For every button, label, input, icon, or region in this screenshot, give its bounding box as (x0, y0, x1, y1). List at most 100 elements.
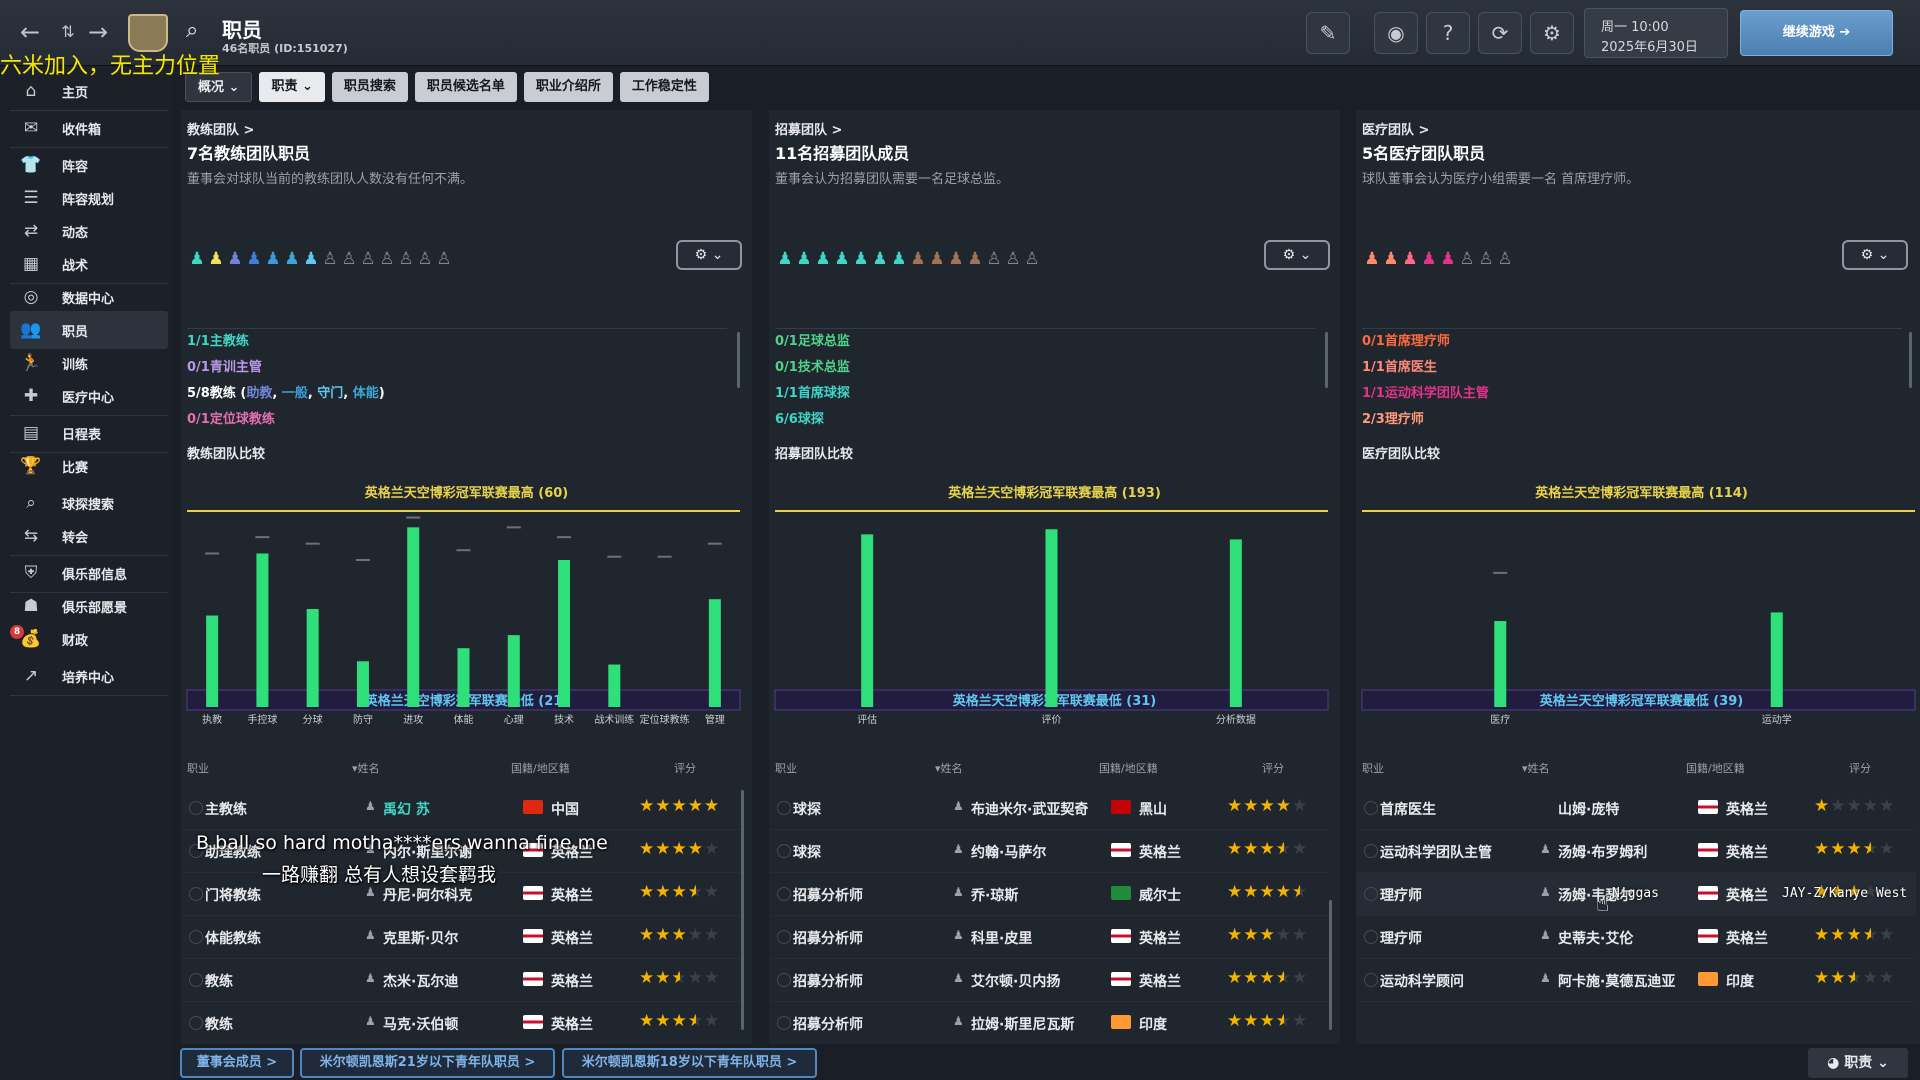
column-header-name[interactable]: ▾姓名 (1522, 760, 1550, 776)
u18-staff-button[interactable]: 米尔顿凯恩斯18岁以下青年队职员 > (562, 1048, 817, 1078)
sidebar-item-transfer[interactable]: ⇆ 转会 (10, 517, 168, 555)
tab-staff-search[interactable]: 职员搜索 (331, 72, 408, 102)
column-header-name[interactable]: ▾姓名 (352, 760, 380, 776)
row-checkbox[interactable] (777, 844, 791, 858)
table-scrollbar[interactable] (1329, 900, 1332, 1030)
role-count[interactable]: 1/1主教练 (187, 329, 727, 355)
sidebar-item-finance[interactable]: 💰 财政 (10, 620, 168, 658)
role-count[interactable]: 6/6球探 (775, 407, 1315, 433)
search-icon[interactable]: ⌕ (186, 18, 198, 43)
staff-filter-dropdown[interactable]: ⚙ ⌄ (1264, 240, 1330, 270)
row-checkbox[interactable] (777, 1016, 791, 1030)
row-checkbox[interactable] (777, 801, 791, 815)
staff-name[interactable]: 汤姆·布罗姆利 (1558, 842, 1647, 862)
history-updown-icon[interactable]: ⇅ (54, 18, 82, 46)
staff-name[interactable]: 拉姆·斯里尼瓦斯 (971, 1014, 1074, 1034)
settings-gear-icon[interactable]: ⚙ (1530, 12, 1574, 54)
staff-name[interactable]: 马克·沃伯顿 (383, 1014, 458, 1034)
edit-pencil-icon[interactable]: ✎ (1306, 12, 1350, 54)
refresh-icon[interactable]: ⟳ (1478, 12, 1522, 54)
table-row[interactable]: 首席医生 山姆·庞特 英格兰 ★★★★★ (1356, 787, 1916, 830)
column-header-job[interactable]: 职业 (775, 760, 797, 776)
club-logo[interactable] (128, 14, 168, 52)
role-count[interactable]: 0/1足球总监 (775, 329, 1315, 355)
table-row[interactable]: 主教练 ♟ 禹幻 苏中国 ★★★★★ (181, 787, 741, 830)
table-row[interactable]: 招募分析师 ♟ 拉姆·斯里尼瓦斯 印度 ★★★★★ (769, 1002, 1329, 1045)
role-count[interactable]: 0/1定位球教练 (187, 407, 727, 433)
role-count[interactable]: 2/3理疗师 (1362, 407, 1902, 433)
u21-staff-button[interactable]: 米尔顿凯恩斯21岁以下青年队职员 > (300, 1048, 555, 1078)
column-header-rating[interactable]: 评分 (1849, 760, 1871, 776)
back-arrow-icon[interactable]: ← (16, 18, 44, 46)
role-scrollbar[interactable] (737, 332, 740, 388)
staff-menu-button[interactable]: ◕ 职责 ⌄ (1808, 1048, 1908, 1078)
table-row[interactable]: 体能教练 ♟ 克里斯·贝尔 英格兰 ★★★★★ (181, 916, 741, 959)
staff-filter-dropdown[interactable]: ⚙ ⌄ (676, 240, 742, 270)
column-header-nation[interactable]: 国籍/地区籍 (1686, 760, 1745, 776)
row-checkbox[interactable] (189, 887, 203, 901)
staff-name[interactable]: 山姆·庞特 (1558, 799, 1619, 819)
column-header-nation[interactable]: 国籍/地区籍 (511, 760, 570, 776)
table-row[interactable]: 招募分析师 ♟ 乔·琼斯 威尔士 ★★★★★ (769, 873, 1329, 916)
help-icon[interactable]: ? (1426, 12, 1470, 54)
column-header-rating[interactable]: 评分 (674, 760, 696, 776)
tab-shortlist[interactable]: 职员候选名单 (414, 72, 517, 102)
row-checkbox[interactable] (1364, 887, 1378, 901)
column-header-nation[interactable]: 国籍/地区籍 (1099, 760, 1158, 776)
row-checkbox[interactable] (189, 1016, 203, 1030)
role-count[interactable]: 0/1青训主管 (187, 355, 727, 381)
staff-name[interactable]: 约翰·马萨尔 (971, 842, 1046, 862)
row-checkbox[interactable] (189, 973, 203, 987)
table-row[interactable]: 球探 ♟ 布迪米尔·武亚契奇 黑山 ★★★★★ (769, 787, 1329, 830)
table-row[interactable]: 理疗师 ♟ 史蒂夫·艾伦 英格兰 ★★★★★ (1356, 916, 1916, 959)
column-header-job[interactable]: 职业 (1362, 760, 1384, 776)
sidebar-item-inbox[interactable]: ✉ 收件箱 (10, 109, 168, 147)
column-header-job[interactable]: 职业 (187, 760, 209, 776)
globe-icon[interactable]: ◉ (1374, 12, 1418, 54)
row-checkbox[interactable] (189, 801, 203, 815)
row-checkbox[interactable] (1364, 930, 1378, 944)
section-link[interactable]: 教练团队 > (187, 119, 254, 138)
staff-name[interactable]: 科里·皮里 (971, 928, 1032, 948)
table-row[interactable]: 教练 ♟ 杰米·瓦尔迪 英格兰 ★★★★★ (181, 959, 741, 1002)
table-row[interactable]: 招募分析师 ♟ 科里·皮里 英格兰 ★★★★★ (769, 916, 1329, 959)
table-row[interactable]: 招募分析师 ♟ 艾尔顿·贝内扬 英格兰 ★★★★★ (769, 959, 1329, 1002)
staff-name[interactable]: 克里斯·贝尔 (383, 928, 458, 948)
row-checkbox[interactable] (1364, 801, 1378, 815)
continue-button[interactable]: 继续游戏 ➔ (1740, 10, 1893, 56)
table-row[interactable]: 运动科学团队主管 ♟ 汤姆·布罗姆利 英格兰 ★★★★★ (1356, 830, 1916, 873)
table-row[interactable]: 球探 ♟ 约翰·马萨尔 英格兰 ★★★★★ (769, 830, 1329, 873)
role-count[interactable]: 0/1首席理疗师 (1362, 329, 1902, 355)
row-checkbox[interactable] (1364, 844, 1378, 858)
staff-name[interactable]: 乔·琼斯 (971, 885, 1018, 905)
table-row[interactable]: 教练 ♟ 马克·沃伯顿 英格兰 ★★★★★ (181, 1002, 741, 1045)
row-checkbox[interactable] (777, 887, 791, 901)
section-link[interactable]: 招募团队 > (775, 119, 842, 138)
staff-name[interactable]: 艾尔顿·贝内扬 (971, 971, 1060, 991)
staff-name[interactable]: 阿卡施·莫德瓦迪亚 (1558, 971, 1675, 991)
staff-name[interactable]: 史蒂夫·艾伦 (1558, 928, 1633, 948)
staff-name[interactable]: 杰米·瓦尔迪 (383, 971, 458, 991)
tab-job-centre[interactable]: 职业介绍所 (523, 72, 613, 102)
coach-count[interactable]: 5/8教练 (助教, 一般, 守门, 体能) (187, 381, 727, 407)
tab-job-security[interactable]: 工作稳定性 (619, 72, 709, 102)
staff-filter-dropdown[interactable]: ⚙ ⌄ (1842, 240, 1908, 270)
role-scrollbar[interactable] (1325, 332, 1328, 388)
row-checkbox[interactable] (777, 930, 791, 944)
column-header-name[interactable]: ▾姓名 (935, 760, 963, 776)
section-link[interactable]: 医疗团队 > (1362, 119, 1429, 138)
role-count[interactable]: 1/1运动科学团队主管 (1362, 381, 1902, 407)
role-count[interactable]: 0/1技术总监 (775, 355, 1315, 381)
role-count[interactable]: 1/1首席球探 (775, 381, 1315, 407)
sidebar-item-development[interactable]: ↗ 培养中心 (10, 657, 168, 695)
staff-name[interactable]: 丹尼·阿尔科克 (383, 885, 472, 905)
staff-name[interactable]: 布迪米尔·武亚契奇 (971, 799, 1088, 819)
row-checkbox[interactable] (1364, 973, 1378, 987)
staff-name[interactable]: 禹幻 苏 (383, 799, 430, 819)
board-members-button[interactable]: 董事会成员 > (180, 1048, 294, 1078)
table-row[interactable]: 运动科学顾问 ♟ 阿卡施·莫德瓦迪亚 印度 ★★★★★ (1356, 959, 1916, 1002)
row-checkbox[interactable] (777, 973, 791, 987)
game-date[interactable]: 周一 10:00 2025年6月30日 (1584, 8, 1728, 58)
column-header-rating[interactable]: 评分 (1262, 760, 1284, 776)
table-scrollbar[interactable] (741, 790, 744, 1030)
